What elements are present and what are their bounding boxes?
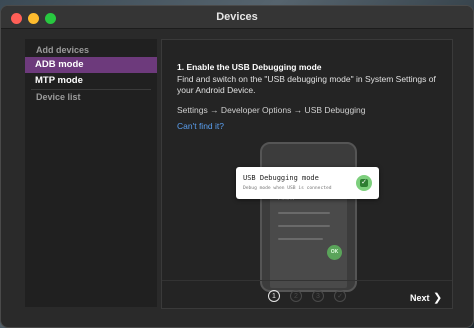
step-description: Find and switch on the "USB debugging mo… [177, 74, 436, 95]
ok-button-illustration: OK [327, 245, 342, 260]
step-indicator-done-icon: ✓ [334, 290, 346, 302]
step-indicator-3: 3 [312, 290, 324, 302]
phone-illustration: Allow OK [260, 142, 357, 292]
chevron-right-icon[interactable]: ❯ [433, 291, 442, 304]
step-indicator-1: 1 [268, 290, 280, 302]
settings-path: Settings → Developer Options → USB Debug… [177, 105, 366, 115]
usb-debugging-subtitle: Debug mode when USB is connected [243, 186, 332, 191]
cant-find-it-link[interactable]: Can't find it? [177, 121, 224, 131]
sidebar-item-adb-mode[interactable]: ADB mode [25, 57, 157, 73]
usb-debugging-toggle-icon: ✓ [356, 175, 372, 191]
sidebar-divider [31, 89, 151, 90]
footer-divider [162, 280, 452, 281]
step-title: 1. Enable the USB Debugging mode [177, 62, 322, 72]
usb-debugging-title: USB Debugging mode [243, 174, 319, 182]
placeholder-line [278, 225, 330, 227]
next-button[interactable]: Next [410, 293, 430, 303]
placeholder-line [278, 238, 323, 240]
step-indicator-2: 2 [290, 290, 302, 302]
placeholder-line [278, 212, 330, 214]
check-icon: ✓ [360, 179, 368, 187]
window-title: Devices [216, 11, 258, 23]
sidebar-header-device-list: Device list [36, 92, 81, 102]
title-bar: Devices [1, 6, 473, 29]
usb-debugging-card: USB Debugging mode Debug mode when USB i… [236, 167, 379, 199]
sidebar-item-mtp-mode[interactable]: MTP mode [25, 73, 157, 89]
devices-window: Devices Add devices ADB mode MTP mode De… [0, 5, 474, 328]
main-panel: 1. Enable the USB Debugging mode Find an… [161, 39, 453, 309]
sidebar: Add devices ADB mode MTP mode Device lis… [25, 39, 157, 307]
sidebar-header-add-devices: Add devices [36, 45, 90, 55]
